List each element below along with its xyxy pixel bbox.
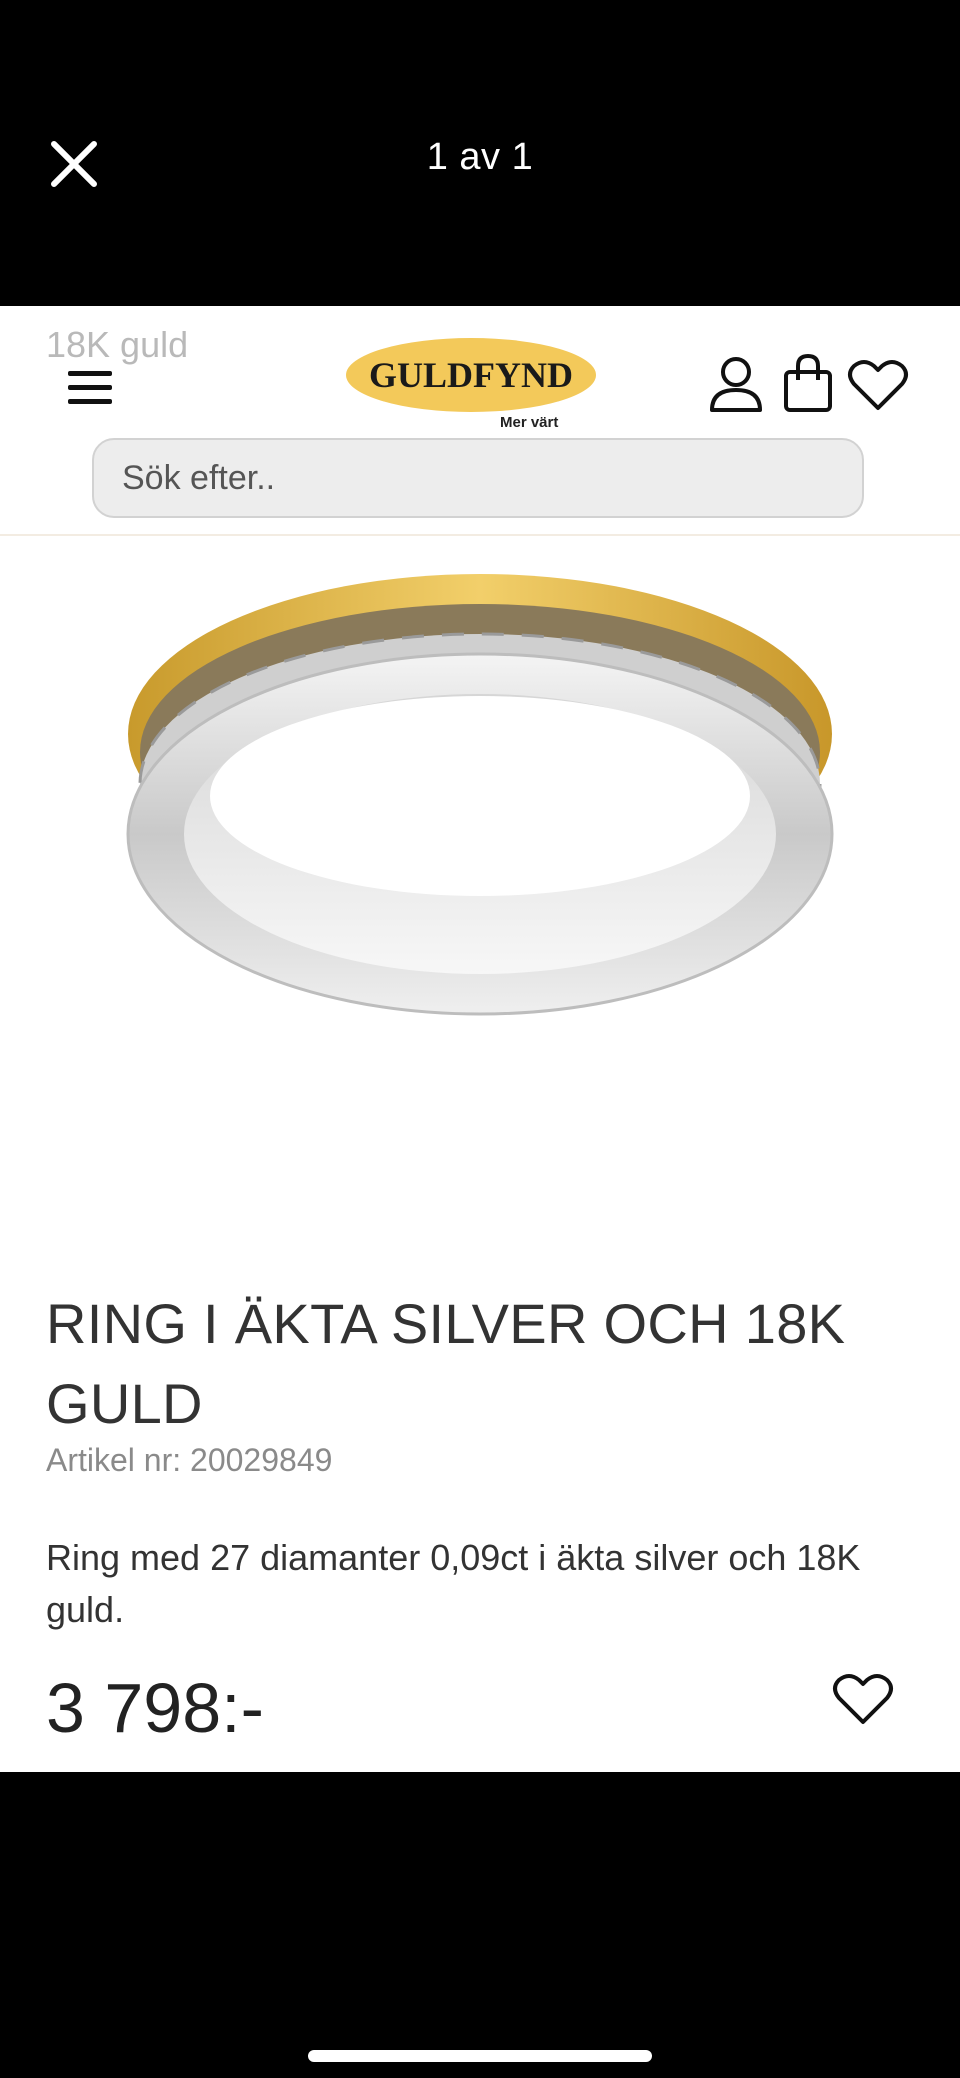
photo-viewer-header: 1 av 1 <box>0 0 960 306</box>
menu-icon[interactable] <box>66 368 116 408</box>
guldfynd-logo[interactable]: GULDFYND <box>344 336 598 414</box>
category-label: 18K guld <box>46 324 189 365</box>
product-page: 18K guld GULDFYND Mer värt Sök efter.. R… <box>0 306 960 1772</box>
site-header: 18K guld GULDFYND Mer värt Sök efter.. <box>0 306 960 536</box>
logo-tagline: Mer värt <box>500 414 559 431</box>
image-counter: 1 av 1 <box>426 136 534 178</box>
favorite-heart-icon[interactable] <box>830 1668 896 1728</box>
heart-icon[interactable] <box>846 352 910 416</box>
user-icon[interactable] <box>706 352 766 416</box>
shopping-bag-icon[interactable] <box>778 352 838 416</box>
search-input[interactable]: Sök efter.. <box>92 438 864 518</box>
home-indicator <box>308 2050 652 2062</box>
product-title: RING I ÄKTA SILVER OCH 18K GULD <box>46 1292 846 1435</box>
product-image <box>126 574 834 1016</box>
product-price: 3 798:- <box>46 1669 264 1747</box>
product-description: Ring med 27 diamanter 0,09ct i äkta silv… <box>46 1537 861 1630</box>
article-number: Artikel nr: 20029849 <box>46 1442 333 1478</box>
logo-text: GULDFYND <box>369 355 573 395</box>
